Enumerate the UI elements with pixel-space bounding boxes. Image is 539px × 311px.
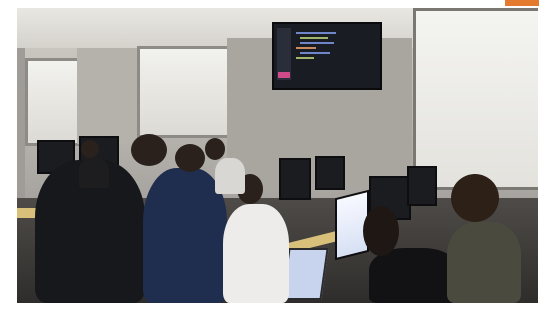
classroom-photo bbox=[17, 8, 538, 303]
wall-pillar bbox=[17, 48, 25, 198]
tv-code-line bbox=[300, 52, 330, 54]
tv-accent bbox=[278, 72, 290, 78]
person bbox=[79, 158, 109, 188]
tv-code-line bbox=[296, 47, 316, 49]
monitor bbox=[279, 158, 311, 200]
person bbox=[369, 248, 459, 303]
tv-code-line bbox=[300, 42, 334, 44]
person-head bbox=[205, 138, 225, 160]
person-head bbox=[81, 140, 99, 158]
person-head bbox=[175, 144, 205, 172]
person bbox=[223, 204, 289, 303]
window bbox=[137, 46, 231, 138]
tv-code-line bbox=[300, 37, 328, 39]
person-head bbox=[131, 134, 167, 166]
person bbox=[215, 158, 245, 194]
monitor bbox=[315, 156, 345, 190]
corner-accent bbox=[505, 0, 539, 6]
window bbox=[25, 58, 81, 146]
wall-tv bbox=[272, 22, 382, 90]
person-head bbox=[363, 206, 399, 256]
tv-code-line bbox=[296, 57, 314, 59]
monitor bbox=[407, 166, 437, 206]
person bbox=[447, 222, 521, 303]
wall-pillar bbox=[77, 48, 137, 144]
tv-code-line bbox=[296, 32, 336, 34]
person-head bbox=[451, 174, 499, 222]
window bbox=[413, 8, 538, 190]
